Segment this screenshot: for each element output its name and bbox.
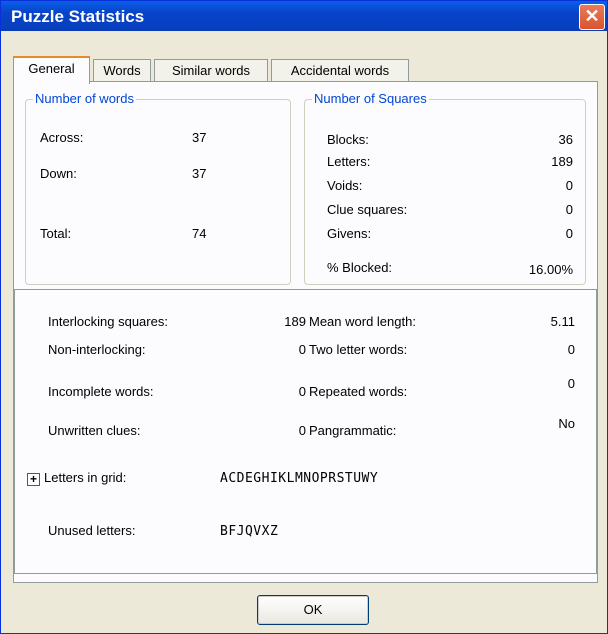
non-interlocking-label: Non-interlocking: (48, 342, 146, 357)
across-label: Across: (40, 130, 84, 145)
givens-value: 0 (565, 226, 573, 241)
mean-word-length-value: 5.11 (550, 314, 575, 329)
tab-accidental-words[interactable]: Accidental words (271, 59, 409, 82)
mean-word-length-label: Mean word length: (309, 314, 416, 329)
letters-label: Letters: (327, 154, 371, 169)
pangrammatic-value: No (558, 416, 575, 431)
ok-button[interactable]: OK (257, 595, 369, 625)
letters-in-grid-value: ACDEGHIKLMNOPRSTUWY (220, 471, 379, 486)
unused-letters-value: BFJQVXZ (220, 524, 279, 539)
unwritten-clues-value: 0 (298, 423, 306, 438)
repeated-words-label: Repeated words: (309, 384, 408, 399)
blocks-label: Blocks: (327, 132, 369, 147)
puzzle-statistics-dialog: Puzzle Statistics ✕ General Words Simila… (0, 0, 608, 634)
number-of-squares-group: Number of Squares Blocks: 36 Letters: 18… (304, 91, 586, 285)
total-label: Total: (40, 226, 72, 241)
total-value: 74 (192, 226, 207, 241)
blocks-value: 36 (558, 132, 573, 147)
repeated-words-value: 0 (567, 376, 575, 391)
tab-similar-words[interactable]: Similar words (154, 59, 268, 82)
number-of-squares-label: Number of Squares (312, 91, 429, 106)
two-letter-words-value: 0 (567, 342, 575, 357)
statistics-box: Interlocking squares: 189 Non-interlocki… (14, 289, 597, 574)
across-value: 37 (192, 130, 207, 145)
clue-squares-value: 0 (565, 202, 573, 217)
expand-letters-icon[interactable]: + (27, 473, 40, 486)
close-button[interactable]: ✕ (579, 4, 605, 30)
interlocking-squares-label: Interlocking squares: (48, 314, 168, 329)
letters-value: 189 (551, 154, 573, 169)
unwritten-clues-label: Unwritten clues: (48, 423, 141, 438)
title-bar[interactable]: Puzzle Statistics ✕ (1, 1, 607, 31)
clue-squares-label: Clue squares: (327, 202, 408, 217)
tab-general[interactable]: General (13, 56, 90, 84)
incomplete-words-label: Incomplete words: (48, 384, 154, 399)
incomplete-words-value: 0 (298, 384, 306, 399)
number-of-words-group: Number of words Across: 37 Down: 37 Tota… (25, 91, 291, 285)
interlocking-squares-value: 189 (284, 314, 306, 329)
letters-in-grid-label: Letters in grid: (44, 470, 127, 485)
down-value: 37 (192, 166, 207, 181)
voids-label: Voids: (327, 178, 363, 193)
voids-value: 0 (565, 178, 573, 193)
non-interlocking-value: 0 (298, 342, 306, 357)
unused-letters-label: Unused letters: (48, 523, 136, 538)
down-label: Down: (40, 166, 77, 181)
tab-words[interactable]: Words (93, 59, 151, 82)
two-letter-words-label: Two letter words: (309, 342, 408, 357)
general-tab-panel: Number of words Across: 37 Down: 37 Tota… (13, 81, 598, 583)
number-of-words-label: Number of words (33, 91, 136, 106)
percent-blocked-value: 16.00% (528, 262, 573, 277)
window-title: Puzzle Statistics (11, 7, 145, 26)
pangrammatic-label: Pangrammatic: (309, 423, 397, 438)
percent-blocked-label: % Blocked: (327, 260, 393, 275)
givens-label: Givens: (327, 226, 372, 241)
